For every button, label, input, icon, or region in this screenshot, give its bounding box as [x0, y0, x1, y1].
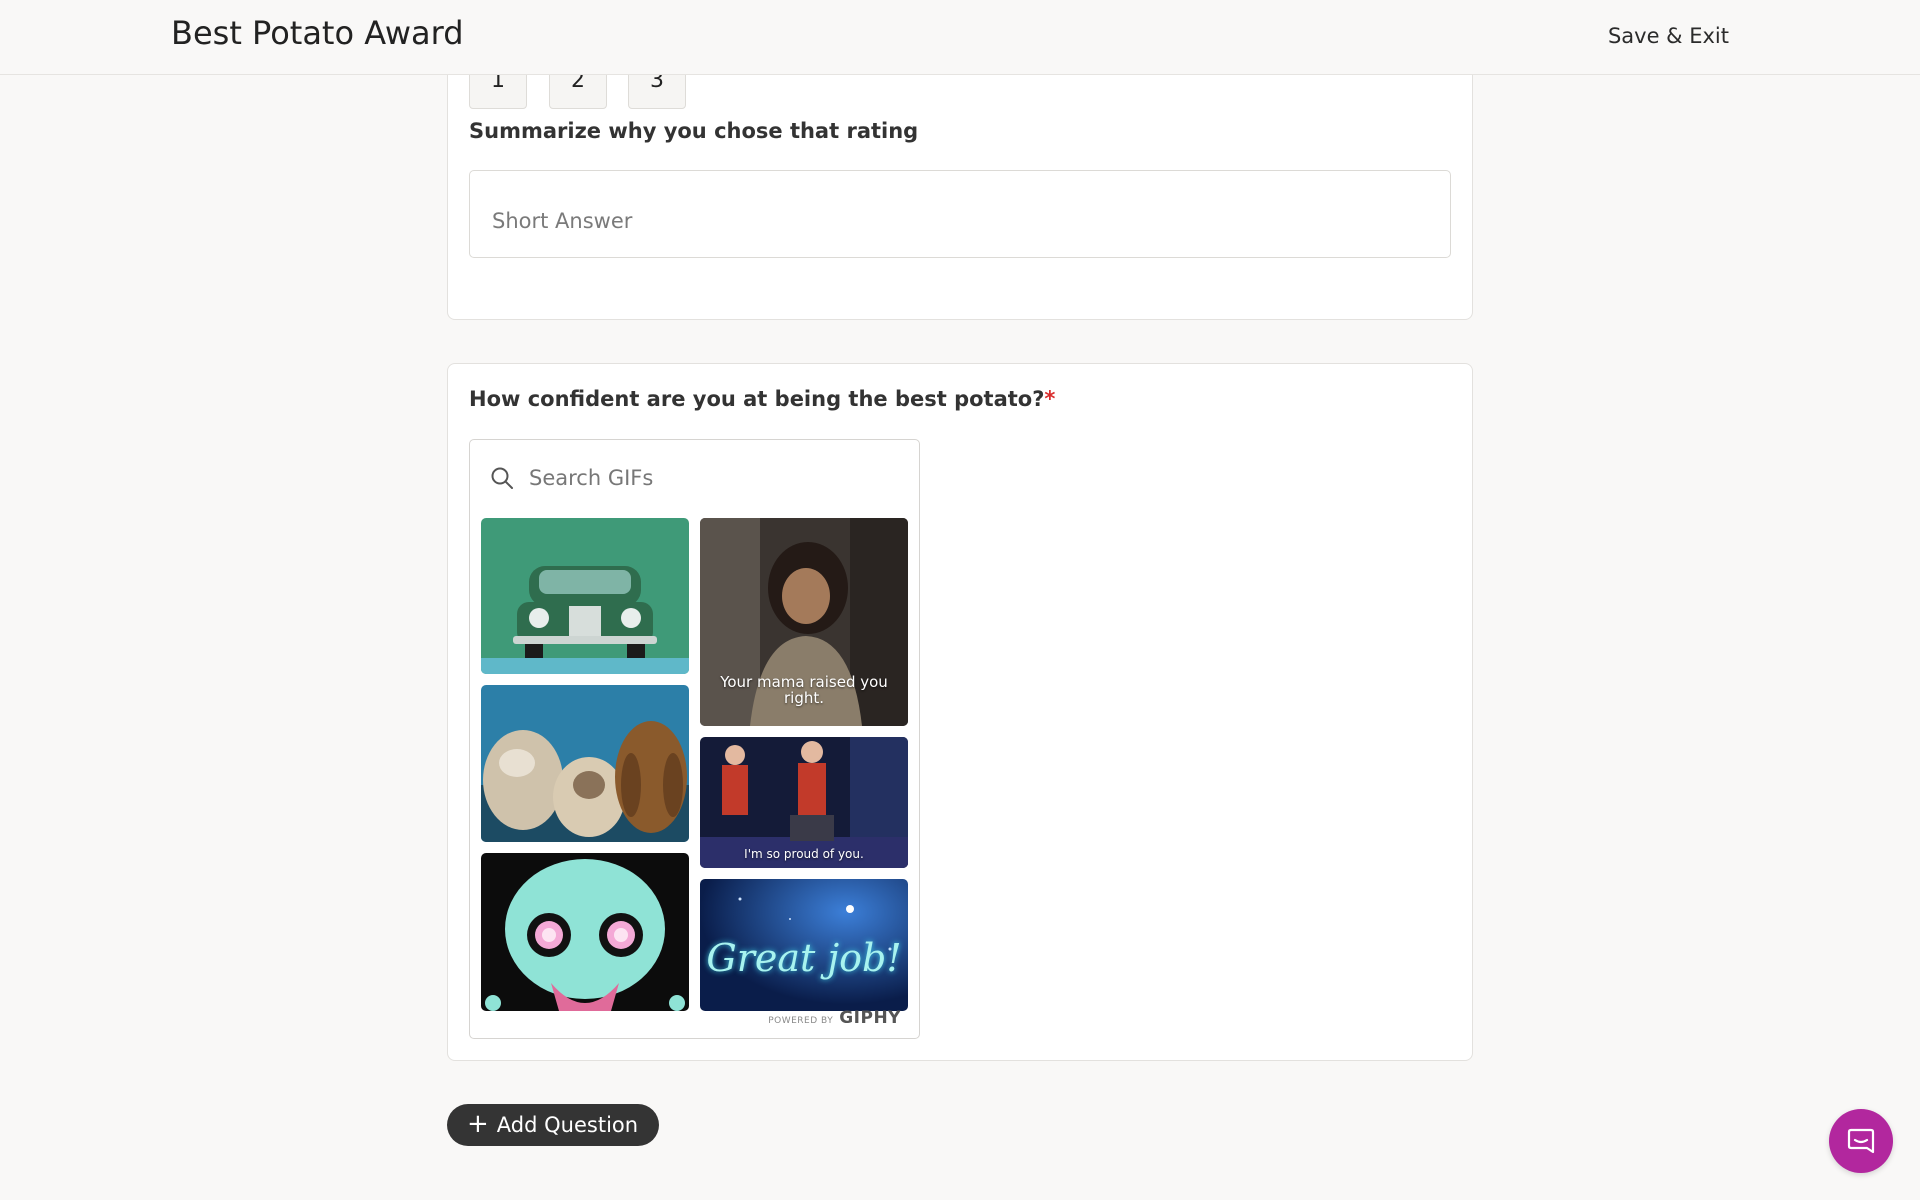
add-question-label: Add Question: [496, 1113, 639, 1137]
giphy-logo: GIPHY: [839, 1008, 901, 1028]
dogs-image: [481, 685, 689, 842]
summary-question-label: Summarize why you chose that rating: [469, 119, 919, 143]
gif-question-text: How confident are you at being the best …: [469, 387, 1045, 411]
required-mark: *: [1044, 387, 1056, 411]
gif-woman[interactable]: Your mama raised you right.: [700, 518, 908, 726]
gif-dogs[interactable]: [481, 685, 689, 842]
question-card-gif: How confident are you at being the best …: [447, 363, 1473, 1061]
giphy-attribution: POWERED BY GIPHY: [768, 1008, 901, 1028]
save-exit-button[interactable]: Save & Exit: [1608, 24, 1729, 48]
gif-question-label: How confident are you at being the best …: [469, 387, 1055, 411]
top-bar: Best Potato Award Save & Exit: [0, 0, 1920, 75]
search-icon: [491, 467, 513, 489]
skull-image: [481, 853, 689, 1011]
gif-skull[interactable]: [481, 853, 689, 1011]
short-answer-input[interactable]: [469, 170, 1451, 258]
page-title: Best Potato Award: [171, 14, 464, 52]
chat-launcher-button[interactable]: [1829, 1109, 1893, 1173]
gif-picker: Your mama raised you right. I'm so proud…: [469, 439, 920, 1039]
gif-search-input[interactable]: [529, 460, 899, 496]
chat-icon: [1847, 1128, 1875, 1154]
woman-caption: Your mama raised you right.: [720, 673, 888, 707]
gif-search-bar: [470, 440, 919, 515]
great-job-caption: Great job!: [706, 936, 902, 980]
plus-icon: +: [467, 1108, 489, 1139]
gif-grid: Your mama raised you right. I'm so proud…: [481, 518, 910, 1011]
car-image: [481, 518, 689, 674]
add-question-button[interactable]: + Add Question: [447, 1104, 660, 1146]
gif-gym[interactable]: I'm so proud of you.: [700, 737, 908, 868]
gif-green-car[interactable]: [481, 518, 689, 674]
gym-caption: I'm so proud of you.: [744, 847, 864, 861]
gif-great-job[interactable]: Great job!: [700, 879, 908, 1011]
powered-by-text: POWERED BY: [768, 1016, 834, 1026]
